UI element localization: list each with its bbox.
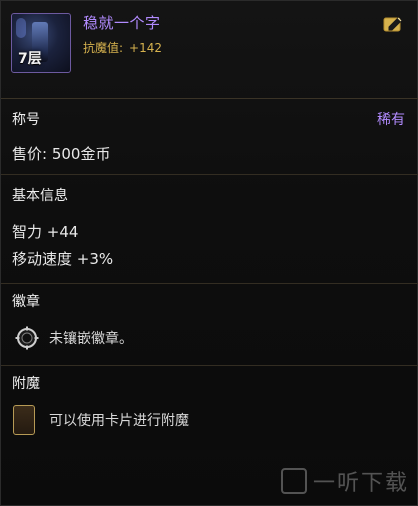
edit-icon — [383, 17, 402, 32]
item-thumbnail[interactable]: 7层 — [11, 13, 71, 73]
stat-line: 移动速度 +3% — [12, 250, 114, 268]
emblem-status: 未镶嵌徽章。 — [49, 331, 133, 347]
emblem-slot[interactable] — [15, 326, 39, 350]
item-tooltip-panel: 7层 稳就一个字 抗魔值: +142 称号 稀有 售价: 500金币 基本信息 智… — [0, 0, 418, 506]
emblem-slot-icon — [15, 326, 39, 350]
item-level-badge: 7层 — [18, 51, 42, 67]
watermark-logo — [280, 468, 307, 494]
rarity-label: 稀有 — [377, 112, 405, 128]
enchant-status: 可以使用卡片进行附魔 — [49, 413, 189, 429]
enchant-header: 附魔 — [12, 376, 40, 392]
basic-info-header: 基本信息 — [12, 188, 68, 204]
card-slot-icon[interactable] — [13, 405, 35, 435]
edit-button[interactable] — [383, 15, 405, 33]
divider — [1, 283, 418, 284]
item-header: 7层 稳就一个字 抗魔值: +142 — [1, 1, 418, 99]
watermark-text: 一听下载 — [312, 471, 409, 496]
resist-value: +142 — [129, 41, 163, 55]
item-title: 稳就一个字 — [83, 14, 161, 32]
resist-label: 抗魔值: — [83, 41, 124, 55]
divider — [1, 174, 418, 175]
thumbnail-glow — [16, 18, 26, 38]
stat-line: 智力 +44 — [12, 223, 79, 241]
divider — [1, 365, 418, 366]
item-resist: 抗魔值: +142 — [83, 39, 162, 56]
watermark: 一听下载 — [280, 465, 409, 497]
emblem-header: 徽章 — [12, 294, 40, 310]
title-section-header: 称号 — [12, 112, 40, 128]
price-text: 售价: 500金币 — [12, 145, 111, 163]
